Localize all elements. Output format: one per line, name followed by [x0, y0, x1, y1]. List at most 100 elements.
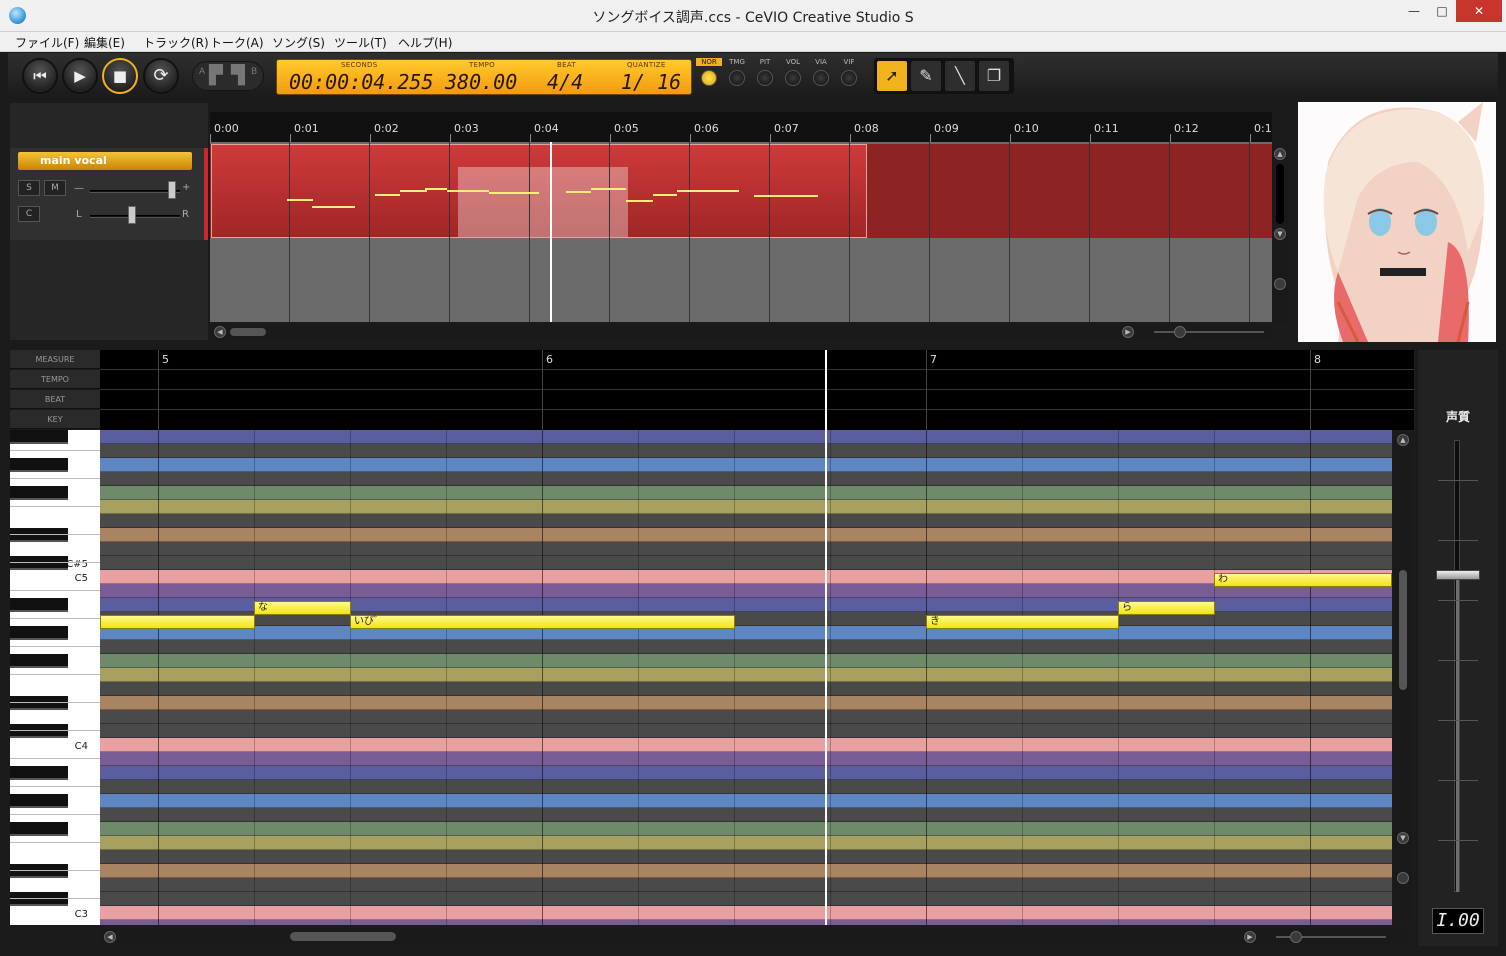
black-key[interactable] — [10, 430, 68, 444]
rewind-button[interactable]: ⏮ — [22, 58, 58, 94]
lcd-beat[interactable]: 4/4 — [547, 70, 583, 94]
menu-track[interactable]: トラック(R) — [143, 34, 209, 51]
track-horizontal-scrollbar[interactable]: ◀ ▶ — [210, 324, 1272, 340]
pan-slider-thumb[interactable] — [128, 206, 136, 224]
track-header[interactable]: main vocal S M C — + L R — [10, 148, 208, 240]
menu-song[interactable]: ソング(S) — [272, 34, 325, 51]
pitch-lane — [100, 724, 1392, 738]
track-playhead[interactable] — [550, 142, 552, 322]
scroll-right-icon[interactable]: ▶ — [1122, 326, 1134, 338]
volume-slider-thumb[interactable] — [168, 181, 176, 199]
mini-note — [425, 188, 447, 190]
measure-tick — [158, 350, 159, 430]
scroll-down-icon[interactable]: ▼ — [1274, 228, 1286, 240]
note[interactable]: き — [926, 615, 1119, 629]
stop-button[interactable]: ■ — [102, 58, 138, 94]
scroll-left-icon[interactable]: ◀ — [104, 931, 116, 943]
menu-talk[interactable]: トーク(A) — [210, 34, 264, 51]
black-key[interactable] — [10, 724, 68, 738]
measure-ruler[interactable]: 5 6 7 8 — [100, 350, 1414, 430]
minimize-button[interactable]: — — [1400, 0, 1428, 22]
marker-a-icon[interactable]: ▛ — [209, 65, 223, 86]
roll-vscroll-thumb[interactable] — [1399, 570, 1407, 690]
black-key[interactable] — [10, 458, 68, 472]
piano-keyboard[interactable]: C#5 C5 C4 C3 — [10, 430, 100, 925]
track-vertical-scrollbar[interactable]: ▲ ▼ — [1272, 144, 1288, 324]
marker-b-icon[interactable]: ▜ — [231, 65, 245, 86]
key-divider — [10, 702, 100, 703]
mute-button[interactable]: M — [44, 180, 66, 196]
character-illustration — [1298, 102, 1496, 342]
note[interactable]: な — [254, 601, 351, 615]
time-label: 0:11 — [1094, 122, 1119, 135]
lcd-tempo[interactable]: 380.00 — [445, 70, 517, 94]
select-tool-button[interactable]: ➚ — [877, 61, 907, 91]
menu-file[interactable]: ファイル(F) — [15, 34, 79, 51]
scroll-right-icon[interactable]: ▶ — [1244, 931, 1256, 943]
roll-playhead[interactable] — [825, 350, 827, 925]
menu-tools[interactable]: ツール(T) — [334, 34, 387, 51]
roll-zoom-h-thumb[interactable] — [1290, 931, 1302, 943]
param-nor-button[interactable]: NOR — [696, 58, 722, 86]
track-vscroll-thumb[interactable] — [1276, 164, 1284, 224]
measure-label: 7 — [930, 353, 937, 366]
black-key[interactable] — [10, 598, 68, 612]
close-button[interactable]: ✕ — [1456, 0, 1502, 22]
param-tmg-button[interactable]: TMG — [724, 58, 750, 86]
line-tool-button[interactable]: ╲ — [945, 61, 975, 91]
black-key[interactable] — [10, 486, 68, 500]
track-hscroll-thumb[interactable] — [230, 328, 266, 336]
fader-thumb[interactable] — [1436, 570, 1480, 580]
black-key[interactable] — [10, 766, 68, 780]
note[interactable]: ら — [1118, 601, 1215, 615]
menu-help[interactable]: ヘルプ(H) — [398, 34, 452, 51]
scroll-left-icon[interactable]: ◀ — [214, 326, 226, 338]
layers-tool-button[interactable]: ❐ — [979, 61, 1009, 91]
app-window: ソングボイス調声.ccs - CeVIO Creative Studio S —… — [0, 0, 1506, 956]
time-ruler[interactable]: 0:00 0:01 0:02 0:03 0:04 0:05 0:06 0:07 0:08 0:09… — [210, 112, 1272, 142]
black-key[interactable] — [10, 892, 68, 906]
black-key[interactable] — [10, 556, 68, 570]
track-zoom-slider[interactable] — [1154, 331, 1264, 333]
param-via-button[interactable]: VIA — [808, 58, 834, 86]
loop-button[interactable]: ⟳ — [143, 58, 179, 94]
black-key[interactable] — [10, 696, 68, 710]
scroll-up-icon[interactable]: ▲ — [1274, 148, 1286, 160]
key-divider — [10, 814, 100, 815]
pitch-lane — [100, 514, 1392, 528]
pencil-tool-button[interactable]: ✎ — [911, 61, 941, 91]
roll-zoom-thumb[interactable] — [1397, 872, 1409, 884]
black-key[interactable] — [10, 654, 68, 668]
roll-horizontal-scrollbar[interactable]: ◀ ▶ — [100, 928, 1414, 946]
volume-slider[interactable] — [90, 190, 180, 193]
black-key[interactable] — [10, 864, 68, 878]
zoom-thumb-icon[interactable] — [1274, 278, 1286, 290]
param-vif-button[interactable]: VIF — [836, 58, 862, 86]
solo-button[interactable]: S — [18, 180, 40, 196]
black-key[interactable] — [10, 626, 68, 640]
param-pit-button[interactable]: PIT — [752, 58, 778, 86]
track-name[interactable]: main vocal — [18, 152, 192, 170]
black-key[interactable] — [10, 822, 68, 836]
roll-hscroll-thumb[interactable] — [290, 932, 396, 941]
key-divider — [10, 506, 100, 507]
black-key[interactable] — [10, 794, 68, 808]
piano-roll-grid[interactable]: な いびﾞ き ら わ — [100, 430, 1392, 925]
black-key[interactable] — [10, 528, 68, 542]
param-vol-button[interactable]: VOL — [780, 58, 806, 86]
note[interactable]: いびﾞ — [350, 615, 735, 629]
pitch-lane — [100, 794, 1392, 808]
beat-line — [1310, 430, 1311, 925]
c-button[interactable]: C — [18, 206, 40, 222]
note[interactable] — [100, 615, 255, 629]
roll-vertical-scrollbar[interactable]: ▲ ▼ — [1394, 430, 1412, 925]
lcd-quantize[interactable]: 1/ 16 — [621, 70, 681, 94]
scroll-down-icon[interactable]: ▼ — [1397, 832, 1409, 844]
note[interactable]: わ — [1214, 573, 1392, 587]
play-button[interactable]: ▶ — [62, 58, 98, 94]
menu-edit[interactable]: 編集(E) — [84, 34, 125, 51]
track-zoom-thumb[interactable] — [1174, 326, 1186, 338]
track-lane[interactable] — [210, 142, 1272, 322]
scroll-up-icon[interactable]: ▲ — [1397, 434, 1409, 446]
maximize-button[interactable]: □ — [1428, 0, 1456, 22]
